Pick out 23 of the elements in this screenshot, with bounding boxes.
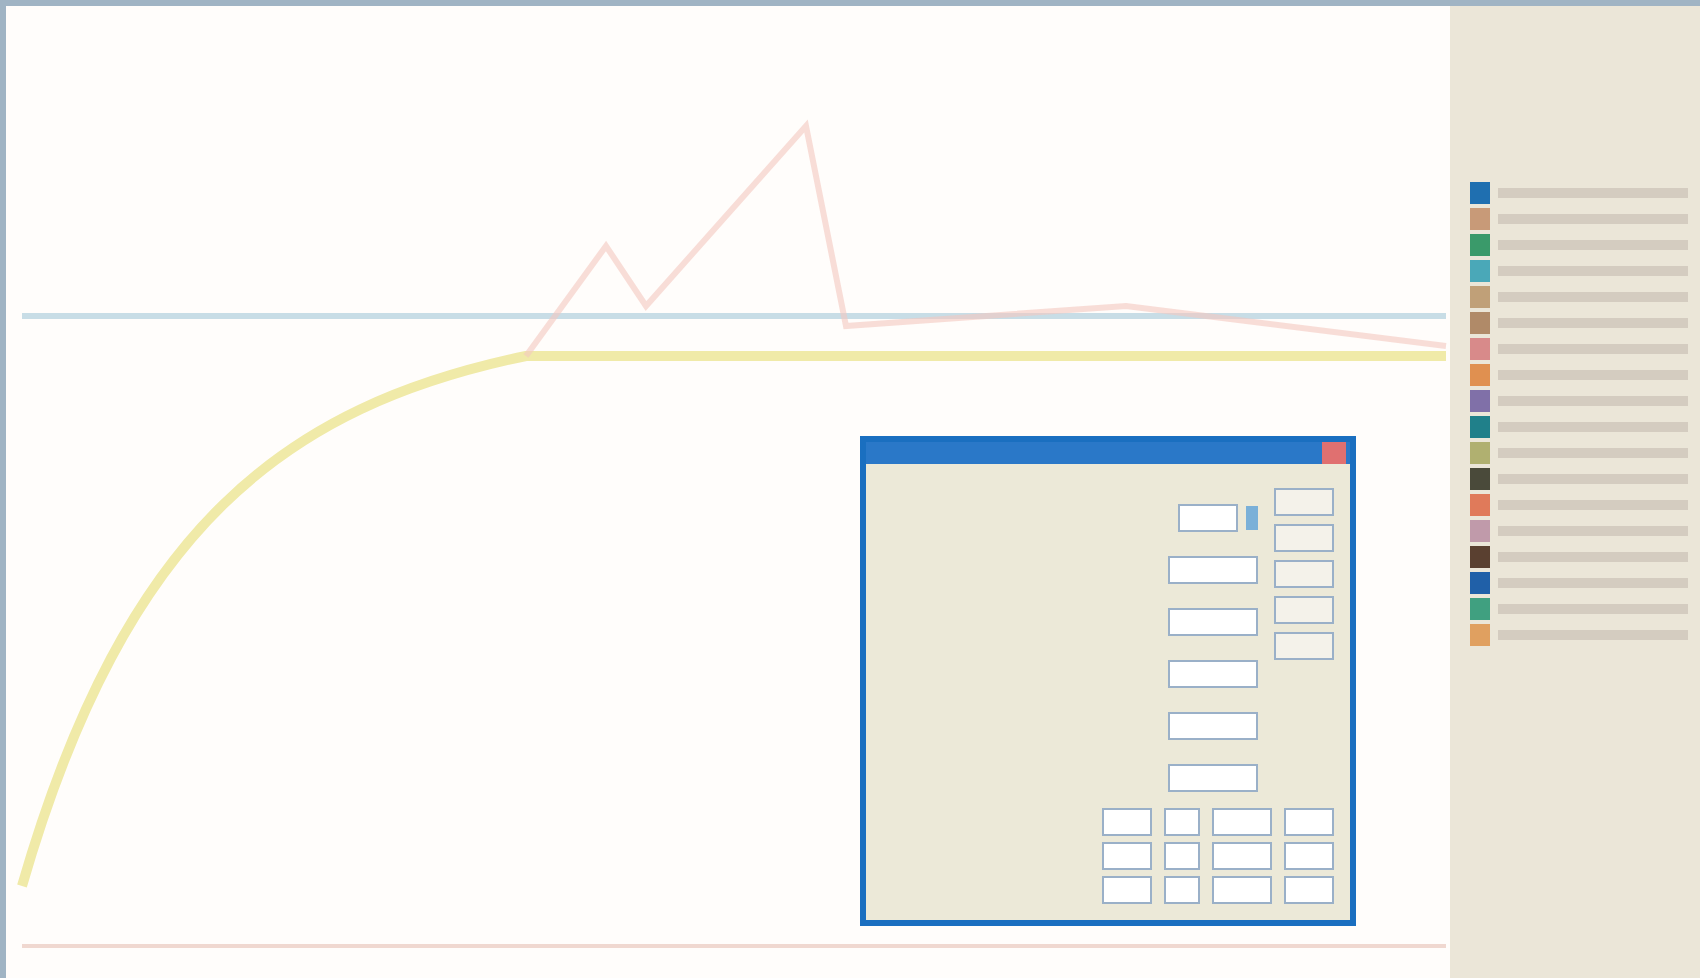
input-field[interactable] bbox=[1102, 808, 1152, 836]
input-field[interactable] bbox=[1212, 808, 1272, 836]
side-button[interactable] bbox=[1274, 596, 1334, 624]
side-button[interactable] bbox=[1274, 488, 1334, 516]
side-button[interactable] bbox=[1274, 524, 1334, 552]
input-field[interactable] bbox=[1164, 808, 1200, 836]
input-field[interactable] bbox=[1212, 842, 1272, 870]
input-field[interactable] bbox=[1168, 712, 1258, 740]
input-field[interactable] bbox=[1164, 876, 1200, 904]
input-field[interactable] bbox=[1102, 876, 1152, 904]
input-field[interactable] bbox=[1168, 608, 1258, 636]
input-field[interactable] bbox=[1168, 764, 1258, 792]
input-field[interactable] bbox=[1168, 660, 1258, 688]
side-button[interactable] bbox=[1274, 632, 1334, 660]
input-field[interactable] bbox=[1284, 876, 1334, 904]
input-field[interactable] bbox=[1212, 876, 1272, 904]
input-field[interactable] bbox=[1178, 504, 1238, 532]
input-field[interactable] bbox=[1284, 842, 1334, 870]
input-field[interactable] bbox=[1164, 842, 1200, 870]
input-field[interactable] bbox=[1284, 808, 1334, 836]
input-field[interactable] bbox=[1168, 556, 1258, 584]
side-button[interactable] bbox=[1274, 560, 1334, 588]
input-field[interactable] bbox=[1102, 842, 1152, 870]
